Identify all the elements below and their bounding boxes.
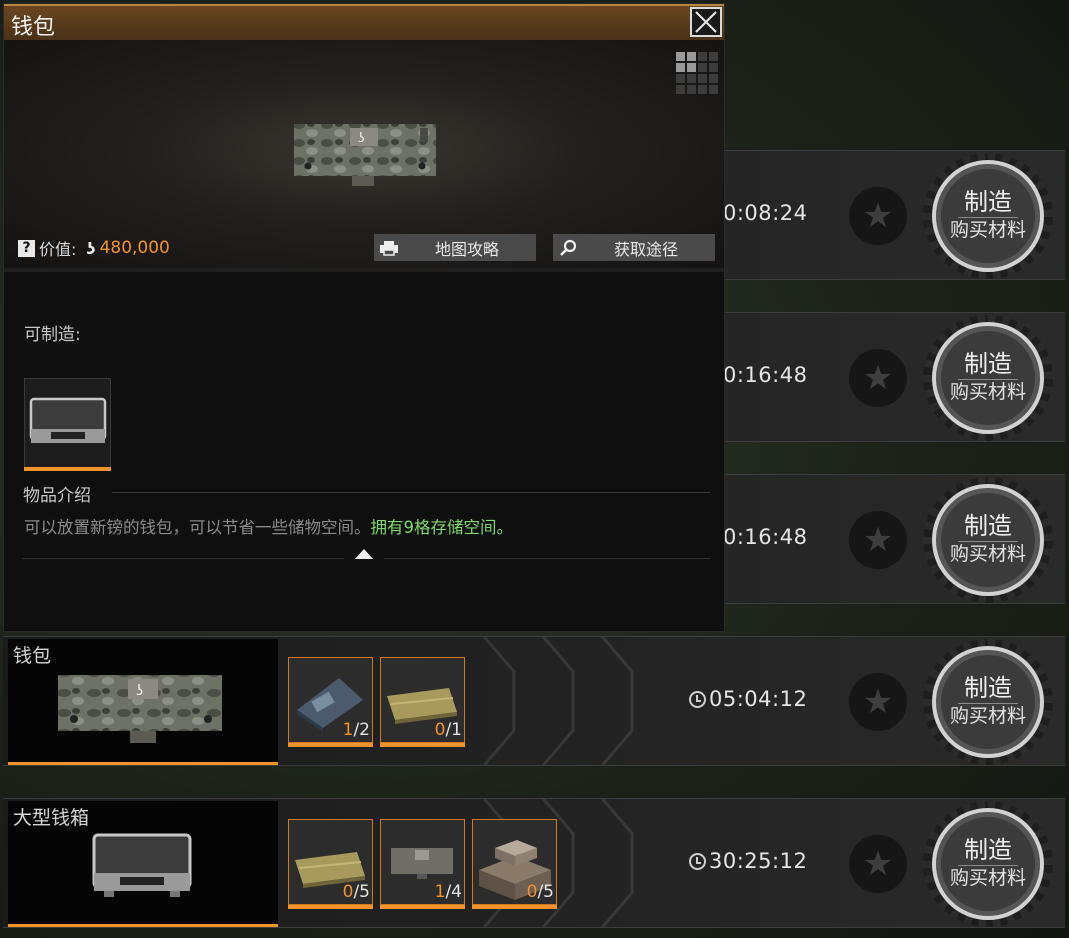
clock-icon — [689, 690, 706, 708]
material-count: 0/1 — [434, 720, 462, 740]
item-thumbnail-wallet[interactable]: ʖ 钱包 — [8, 639, 278, 765]
search-icon — [553, 239, 583, 257]
map-guide-label: 地图攻略 — [434, 239, 499, 259]
craft-button[interactable]: 制造 购买材料 — [923, 153, 1053, 279]
svg-text:ʖ: ʖ — [136, 683, 143, 699]
buy-materials-label: 购买材料 — [949, 381, 1026, 404]
craft-row-wallet[interactable]: ʖ 钱包 1/2 0/1 05:04:12 ★ 制造 购买材料 — [3, 636, 1065, 766]
material-count: 0/5 — [526, 882, 554, 902]
craft-button-face: 制造 购买材料 — [932, 484, 1044, 596]
obtain-method-button[interactable]: 获取途径 — [553, 234, 715, 261]
favorite-star-button[interactable]: ★ — [849, 511, 907, 569]
material-slot[interactable]: 1/4 — [380, 819, 465, 909]
buy-materials-label: 购买材料 — [949, 543, 1026, 566]
material-count: 0/5 — [342, 882, 370, 902]
close-button[interactable] — [690, 7, 722, 37]
craft-button[interactable]: 制造 购买材料 — [923, 801, 1053, 927]
craft-label: 制造 — [958, 512, 1018, 543]
cash-box-image — [92, 833, 192, 897]
collapse-up-icon — [355, 549, 373, 559]
map-guide-button[interactable]: 地图攻略 — [374, 234, 536, 261]
wallet-image: ʖ — [294, 124, 436, 186]
craft-row-large-cash-box[interactable]: 大型钱箱 0/5 1/4 0/5 30:25:12 ★ 制造 购买材料 — [3, 798, 1065, 928]
material-slot[interactable]: 0/1 — [380, 657, 465, 747]
craft-button[interactable]: 制造 购买材料 — [923, 639, 1053, 765]
craft-timer: 30:25:12 — [689, 849, 807, 873]
value-label: 价值: — [39, 240, 77, 259]
favorite-star-button[interactable]: ★ — [849, 673, 907, 731]
item-thumbnail-large-cash-box[interactable]: 大型钱箱 — [8, 801, 278, 927]
craft-timer: 0:08:24 — [723, 201, 808, 225]
buy-materials-label: 购买材料 — [949, 867, 1026, 890]
material-count: 1/2 — [342, 720, 370, 740]
clock-icon — [689, 852, 706, 870]
craft-label: 制造 — [958, 188, 1018, 219]
svg-text:ʖ: ʖ — [358, 131, 365, 146]
favorite-star-button[interactable]: ★ — [849, 835, 907, 893]
panel-title: 钱包 — [11, 15, 56, 40]
craft-timer: 05:04:12 — [689, 687, 807, 711]
craft-button-face: 制造 购买材料 — [932, 322, 1044, 434]
value-amount: 480,000 — [99, 238, 170, 258]
collapse-button[interactable] — [344, 544, 384, 564]
favorite-star-button[interactable]: ★ — [849, 187, 907, 245]
buy-materials-label: 购买材料 — [949, 705, 1026, 728]
item-detail-panel: 钱包 ʖ ? 价值: ʖ 480,000 地图攻略 获取途径 可制造: 物品介绍… — [3, 3, 725, 632]
craft-label: 制造 — [958, 674, 1018, 705]
craft-button-face: 制造 购买材料 — [932, 160, 1044, 272]
craft-button-face: 制造 购买材料 — [932, 808, 1044, 920]
craft-button-face: 制造 购买材料 — [932, 646, 1044, 758]
hex-pattern — [483, 637, 634, 765]
craftable-heading: 可制造: — [24, 325, 81, 345]
item-value: ? 价值: ʖ 480,000 — [18, 236, 170, 260]
help-icon[interactable]: ? — [18, 239, 35, 257]
item-preview: ʖ ? 价值: ʖ 480,000 地图攻略 获取途径 — [4, 40, 724, 268]
craft-timer: 0:16:48 — [723, 525, 808, 549]
material-slot[interactable]: 1/2 — [288, 657, 373, 747]
item-intro-highlight: 拥有9格存储空间。 — [370, 518, 514, 537]
craft-button[interactable]: 制造 购买材料 — [923, 477, 1053, 603]
craft-button[interactable]: 制造 购买材料 — [923, 315, 1053, 441]
coin-icon: ʖ — [86, 238, 96, 258]
craftable-item-large-cash-box[interactable] — [24, 378, 111, 471]
divider — [4, 268, 724, 272]
printer-icon — [374, 240, 404, 256]
material-count: 1/4 — [434, 882, 462, 902]
wallet-image: ʖ — [58, 675, 222, 743]
item-name: 大型钱箱 — [13, 807, 90, 829]
panel-header: 钱包 — [4, 4, 724, 40]
craft-label: 制造 — [958, 350, 1018, 381]
material-slot[interactable]: 0/5 — [288, 819, 373, 909]
item-intro-text: 可以放置新镑的钱包，可以节省一些储物空间。拥有9格存储空间。 — [24, 518, 514, 537]
favorite-star-button[interactable]: ★ — [849, 349, 907, 407]
item-intro-heading: 物品介绍 — [23, 486, 91, 506]
close-icon — [695, 11, 717, 33]
material-slot[interactable]: 0/5 — [472, 819, 557, 909]
obtain-method-label: 获取途径 — [613, 239, 678, 259]
item-name: 钱包 — [13, 645, 52, 667]
buy-materials-label: 购买材料 — [949, 219, 1026, 242]
cash-box-image — [29, 397, 107, 443]
craft-label: 制造 — [958, 836, 1018, 867]
grid-view-icon[interactable] — [676, 52, 718, 94]
divider — [112, 492, 710, 493]
craft-timer: 0:16:48 — [723, 363, 808, 387]
